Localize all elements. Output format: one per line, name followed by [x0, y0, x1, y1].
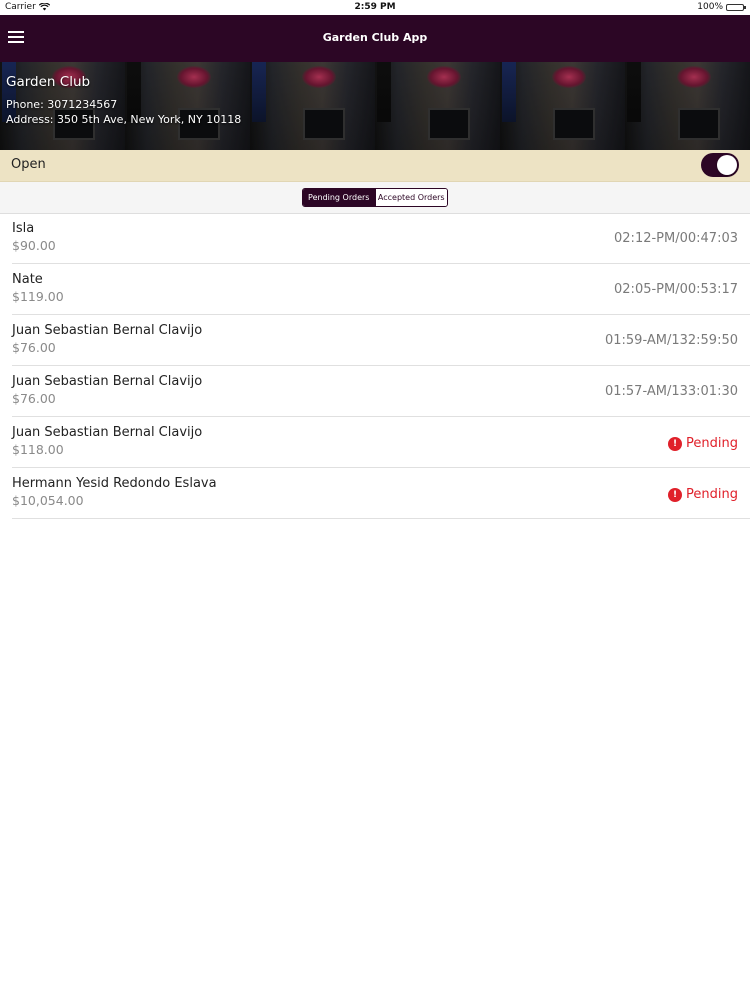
venue-address: Address: 350 5th Ave, New York, NY 10118 — [6, 113, 242, 126]
open-label: Open — [11, 157, 46, 172]
tab-pending-orders[interactable]: Pending Orders — [303, 189, 375, 206]
nav-title: Garden Club App — [322, 31, 428, 44]
order-customer-name: Juan Sebastian Bernal Clavijo — [12, 374, 203, 389]
nav-bar: Garden Club App — [0, 15, 750, 62]
order-row[interactable]: Juan Sebastian Bernal Clavijo $118.00 ! … — [12, 417, 750, 468]
order-amount: $119.00 — [12, 289, 64, 304]
toggle-knob — [717, 155, 737, 175]
order-customer-name: Juan Sebastian Bernal Clavijo — [12, 323, 203, 338]
order-customer-name: Juan Sebastian Bernal Clavijo — [12, 425, 203, 440]
venue-name: Garden Club — [6, 74, 91, 90]
order-amount: $10,054.00 — [12, 493, 84, 508]
open-toggle[interactable] — [701, 153, 739, 177]
order-row[interactable]: Juan Sebastian Bernal Clavijo $76.00 01:… — [12, 315, 750, 366]
order-customer-name: Nate — [12, 272, 43, 287]
orders-tab-bar: Pending Orders Accepted Orders — [0, 182, 750, 214]
battery-percent: 100% — [697, 2, 723, 12]
order-amount: $76.00 — [12, 391, 56, 406]
order-time: 01:57-AM/133:01:30 — [604, 384, 738, 399]
order-row[interactable]: Isla $90.00 02:12-PM/00:47:03 — [12, 213, 750, 264]
status-right: 100% — [697, 2, 746, 12]
tab-accepted-orders[interactable]: Accepted Orders — [374, 189, 447, 206]
order-time: 01:59-AM/132:59:50 — [604, 333, 738, 348]
order-amount: $90.00 — [12, 238, 56, 253]
venue-info: Garden Club Phone: 3071234567 Address: 3… — [6, 74, 241, 127]
order-status: ! Pending — [668, 487, 738, 502]
status-time: 2:59 PM — [354, 2, 396, 12]
order-amount: $76.00 — [12, 340, 56, 355]
order-status-label: Pending — [686, 487, 738, 502]
battery-icon — [726, 3, 746, 11]
order-status-label: Pending — [686, 436, 738, 451]
battery-tip — [744, 5, 746, 9]
order-row[interactable]: Juan Sebastian Bernal Clavijo $76.00 01:… — [12, 366, 750, 417]
order-time: 02:05-PM/00:53:17 — [614, 282, 738, 297]
order-row[interactable]: Nate $119.00 02:05-PM/00:53:17 — [12, 264, 750, 315]
alert-icon: ! — [668, 436, 683, 451]
open-status-bar: Open — [0, 150, 750, 182]
venue-phone: Phone: 3071234567 — [6, 98, 118, 111]
orders-segmented-control: Pending Orders Accepted Orders — [302, 188, 448, 207]
alert-icon: ! — [668, 487, 683, 502]
order-status: ! Pending — [668, 436, 738, 451]
status-bar: Carrier 2:59 PM 100% — [0, 0, 750, 15]
order-row[interactable]: Hermann Yesid Redondo Eslava $10,054.00 … — [12, 468, 750, 519]
order-customer-name: Hermann Yesid Redondo Eslava — [12, 476, 217, 491]
venue-banner: Garden Club Phone: 3071234567 Address: 3… — [0, 62, 750, 150]
order-time: 02:12-PM/00:47:03 — [614, 231, 738, 246]
orders-list: Isla $90.00 02:12-PM/00:47:03 Nate $119.… — [0, 213, 750, 519]
order-amount: $118.00 — [12, 442, 64, 457]
order-customer-name: Isla — [12, 221, 35, 236]
